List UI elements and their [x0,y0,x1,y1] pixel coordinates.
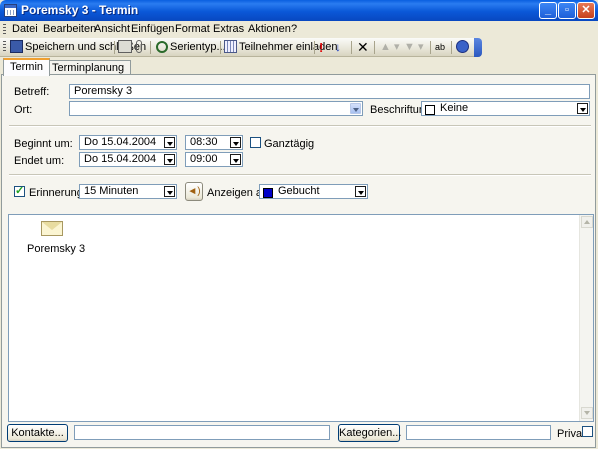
reminder-dropdown-icon[interactable] [164,186,175,197]
scroll-up-icon[interactable] [581,216,593,228]
menu-datei[interactable]: Datei [12,23,38,35]
label-dropdown-icon[interactable] [577,103,588,114]
maximize-button[interactable]: ▫ [558,2,576,19]
end-date-input[interactable]: Do 15.04.2004 [79,152,177,167]
notes-scrollbar[interactable] [579,215,593,421]
minimize-button[interactable]: _ [539,2,557,19]
appointment-panel: Betreff: Poremsky 3 Ort: Beschriftung: K… [1,74,596,448]
end-time-dropdown-icon[interactable] [230,154,241,165]
menu-aktionen[interactable]: Aktionen [248,23,291,35]
subject-input[interactable]: Poremsky 3 [69,84,590,99]
scroll-down-icon[interactable] [581,407,593,419]
toolbar-options-icon[interactable] [474,38,482,57]
reminder-select[interactable]: 15 Minuten [79,184,177,199]
menu-extras[interactable]: Extras [213,23,244,35]
printer-icon [118,40,132,53]
start-date-input[interactable]: Do 15.04.2004 [79,135,177,150]
label-select[interactable]: Keine [421,101,590,116]
end-time-input[interactable]: 09:00 [185,152,243,167]
showas-select[interactable]: Gebucht [259,184,368,199]
importance-low-icon[interactable]: ↓ [335,40,341,55]
calendar-grid-icon [224,40,237,53]
menu-grip[interactable] [3,24,6,36]
start-date-dropdown-icon[interactable] [164,137,175,148]
menu-bar: Datei Bearbeiten Ansicht Einfügen Format… [0,21,598,38]
end-label: Endet um: [14,155,65,167]
private-label: Privat [557,428,586,440]
previous-item-icon: ▲ ▾ [380,41,400,53]
menu-einfuegen[interactable]: Einfügen [131,23,174,35]
location-dropdown-icon[interactable] [350,103,361,114]
title-bar[interactable]: Poremsky 3 - Termin _ ▫ ✕ [0,0,598,21]
attach-button[interactable] [136,40,144,55]
label-swatch [425,105,435,115]
private-checkbox[interactable] [582,426,593,437]
address-book-icon[interactable]: ab [435,40,445,55]
next-item-icon: ▼ ▾ [404,41,424,53]
start-label: Beginnt um: [14,138,73,150]
speaker-icon: ◄) [187,186,201,197]
window-title: Poremsky 3 - Termin [21,3,139,17]
start-time-input[interactable]: 08:30 [185,135,243,150]
menu-bearbeiten[interactable]: Bearbeiten [43,23,96,35]
contacts-input[interactable] [74,425,330,440]
menu-ansicht[interactable]: Ansicht [94,23,130,35]
close-button[interactable]: ✕ [577,2,595,19]
reminder-checkbox[interactable] [14,184,25,197]
toolbar-grip[interactable] [3,41,6,53]
categories-input[interactable] [406,425,551,440]
start-time-dropdown-icon[interactable] [230,137,241,148]
recurrence-icon [156,41,168,53]
tab-strip: Termin Terminplanung [0,57,598,76]
subject-label: Betreff: [14,86,50,98]
showas-dropdown-icon[interactable] [355,186,366,197]
tab-terminplanung[interactable]: Terminplanung [45,60,132,75]
contacts-button[interactable]: Kontakte... [7,424,68,442]
importance-high-icon[interactable]: ! [319,40,323,55]
allday-label: Ganztägig [264,138,315,150]
showas-swatch [263,188,273,198]
help-button[interactable] [456,40,471,55]
standard-toolbar: Speichern und schließen Serientyp... Tei… [0,38,482,57]
help-icon [456,40,469,53]
reminder-label: Erinnerung: [29,187,86,199]
tab-termin[interactable]: Termin [3,58,51,76]
print-button[interactable] [118,40,134,55]
delete-icon[interactable]: ✕ [357,40,369,55]
attachment-label[interactable]: Poremsky 3 [27,243,85,255]
location-input[interactable] [69,101,363,116]
allday-checkbox[interactable] [250,137,261,148]
menu-format[interactable]: Format [175,23,210,35]
reminder-sound-button[interactable]: ◄) [185,182,203,201]
appointment-icon [4,4,17,17]
menu-help[interactable]: ? [291,23,297,35]
floppy-disk-icon [10,40,23,53]
paperclip-icon [136,40,142,53]
end-date-dropdown-icon[interactable] [164,154,175,165]
envelope-icon[interactable] [41,221,63,236]
categories-button[interactable]: Kategorien... [338,424,401,442]
recurrence-button[interactable]: Serientyp... [156,40,226,55]
location-label: Ort: [14,104,33,116]
notes-area[interactable]: Poremsky 3 [8,214,594,422]
